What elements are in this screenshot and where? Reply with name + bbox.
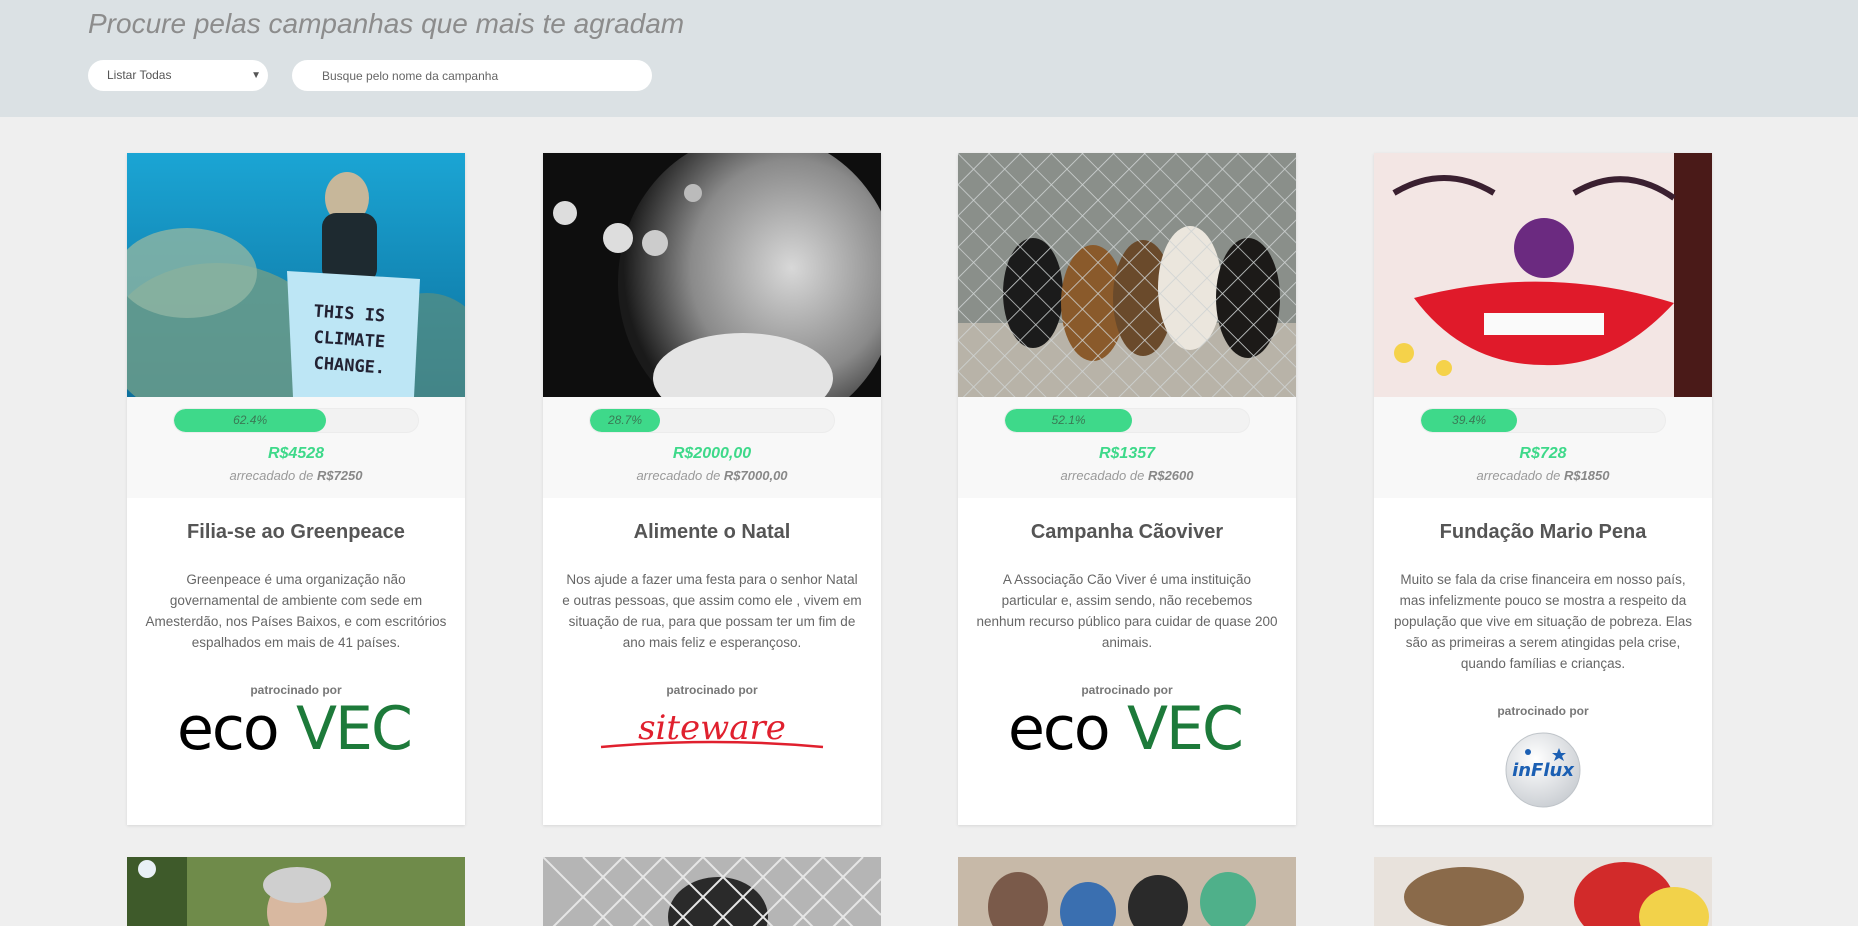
ecovec-logo-text-eco: eco: [177, 701, 278, 759]
page-title: Procure pelas campanhas que mais te agra…: [88, 8, 685, 39]
raised-amount: R$1357: [1098, 445, 1156, 462]
progress-bar-fill: 62.4%: [174, 409, 327, 432]
sponsor-logo-ecovec[interactable]: eco VEC: [127, 694, 465, 764]
progress-bar: 62.4%: [173, 408, 419, 433]
progress-bar-fill: 39.4%: [1421, 409, 1518, 432]
ecovec-logo-icon: eco VEC: [1008, 694, 1244, 764]
campaign-image-children: [958, 857, 1296, 926]
goal-amount: R$2600: [1147, 468, 1194, 483]
campaign-card[interactable]: [958, 857, 1296, 926]
campaign-filter-select[interactable]: Listar Todas ▼: [88, 60, 268, 91]
sponsor-label: patrocinado por: [1497, 704, 1589, 718]
sponsor-logo-influx[interactable]: inFlux: [1374, 730, 1712, 815]
campaign-description: Nos ajude a fazer uma festa para o senho…: [562, 572, 862, 650]
goal-text: arrecadado de R$2600: [958, 468, 1296, 483]
raised-amount: R$2000,00: [672, 445, 752, 462]
campaign-card[interactable]: THIS IS CLIMATE CHANGE. 62.4% R$4528 arr…: [127, 153, 465, 825]
campaign-description: Muito se fala da crise financeira em nos…: [1394, 572, 1692, 671]
campaign-card[interactable]: 52.1% R$1357 arrecadado de R$2600 Campan…: [958, 153, 1296, 825]
campaign-stats: 52.1% R$1357 arrecadado de R$2600: [958, 397, 1296, 498]
campaign-stats: 28.7% R$2000,00 arrecadado de R$7000,00: [543, 397, 881, 498]
goal-prefix: arrecadado de: [636, 468, 721, 483]
svg-text:VEC: VEC: [1127, 701, 1242, 759]
progress-bar-fill: 52.1%: [1005, 409, 1133, 432]
sponsor-label: patrocinado por: [666, 683, 758, 697]
campaign-search-input[interactable]: [292, 60, 652, 91]
ecovec-logo-icon: eco VEC: [177, 694, 413, 764]
campaign-card[interactable]: [543, 857, 881, 926]
sponsor-label: patrocinado por: [1081, 683, 1173, 697]
goal-prefix: arrecadado de: [229, 468, 314, 483]
influx-logo-icon: inFlux: [1505, 732, 1581, 808]
goal-text: arrecadado de R$7000,00: [543, 468, 881, 483]
goal-amount: R$7000,00: [723, 468, 788, 483]
goal-text: arrecadado de R$1850: [1374, 468, 1712, 483]
progress-bar: 52.1%: [1004, 408, 1250, 433]
raised-amount: R$728: [1519, 445, 1567, 462]
progress-bar: 39.4%: [1420, 408, 1666, 433]
progress-bar: 28.7%: [589, 408, 835, 433]
campaign-description: Greenpeace é uma organização não governa…: [145, 572, 447, 650]
campaign-image-clown-face: [1374, 153, 1712, 397]
campaign-stats: 62.4% R$4528 arrecadado de R$7250: [127, 397, 465, 498]
filter-selected-value: Listar Todas: [107, 68, 172, 82]
campaign-image-diver: THIS IS CLIMATE CHANGE.: [127, 153, 465, 397]
sponsor-logo-ecovec[interactable]: eco VEC: [958, 694, 1296, 764]
campaign-image-elderly-man: [543, 153, 881, 397]
campaign-image-dogs: [958, 153, 1296, 397]
goal-amount: R$1850: [1563, 468, 1610, 483]
campaign-card[interactable]: 39.4% R$728 arrecadado de R$1850 Fundaçã…: [1374, 153, 1712, 825]
influx-logo-text: inFlux: [1512, 760, 1575, 781]
campaign-title[interactable]: Alimente o Natal: [543, 521, 881, 544]
sponsor-label: patrocinado por: [250, 683, 342, 697]
campaign-title[interactable]: Fundação Mario Pena: [1374, 521, 1712, 544]
campaign-image-elderly-woman: [127, 857, 465, 926]
sponsor-logo-siteware[interactable]: siteware: [543, 708, 881, 758]
svg-text:VEC: VEC: [296, 701, 411, 759]
goal-text: arrecadado de R$7250: [127, 468, 465, 483]
campaign-card[interactable]: [1374, 857, 1712, 926]
campaign-stats: 39.4% R$728 arrecadado de R$1850: [1374, 397, 1712, 498]
campaign-card[interactable]: [127, 857, 465, 926]
campaign-title[interactable]: Campanha Cãoviver: [958, 521, 1296, 544]
progress-bar-fill: 28.7%: [590, 409, 661, 432]
goal-amount: R$7250: [316, 468, 363, 483]
siteware-logo-icon: siteware: [600, 708, 824, 749]
campaign-image-dog-fence: [543, 857, 881, 926]
campaign-card[interactable]: 28.7% R$2000,00 arrecadado de R$7000,00 …: [543, 153, 881, 825]
campaign-description: A Associação Cão Viver é uma instituição…: [976, 572, 1278, 650]
campaign-title[interactable]: Filia-se ao Greenpeace: [127, 521, 465, 544]
campaign-image-clowns: [1374, 857, 1712, 926]
goal-prefix: arrecadado de: [1060, 468, 1145, 483]
caret-down-icon: ▼: [251, 70, 261, 81]
search-header: Procure pelas campanhas que mais te agra…: [0, 0, 1858, 117]
raised-amount: R$4528: [267, 445, 325, 462]
ecovec-logo-text-eco: eco: [1008, 701, 1109, 759]
goal-prefix: arrecadado de: [1476, 468, 1561, 483]
